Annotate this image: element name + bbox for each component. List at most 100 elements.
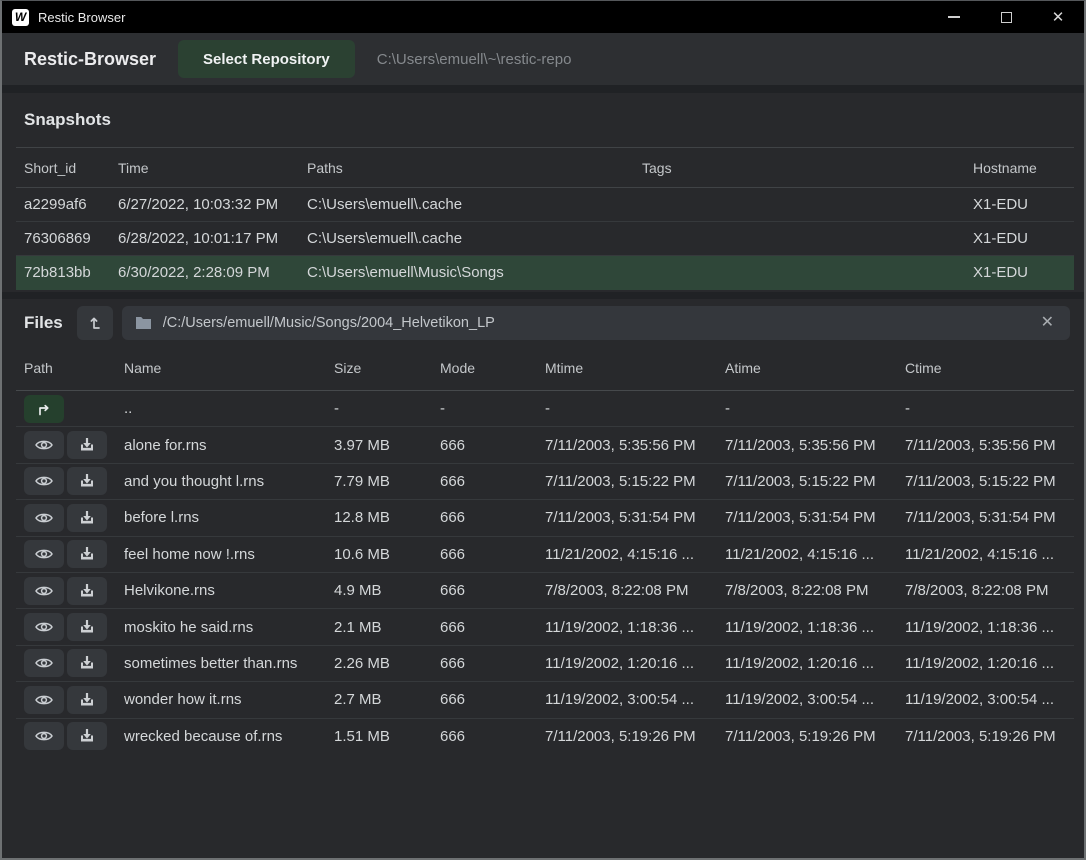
close-button[interactable]: ✕ <box>1032 1 1084 33</box>
download-file-button[interactable] <box>67 540 107 568</box>
col-atime: Atime <box>717 347 897 391</box>
file-action-buttons <box>24 722 107 750</box>
file-action-buttons <box>24 649 107 677</box>
preview-file-button[interactable] <box>24 577 64 605</box>
file-name: wonder how it.rns <box>116 682 326 718</box>
files-bar: Files /C:/Users/emuell/Music/Songs/2004_… <box>2 299 1084 347</box>
file-mtime: 7/11/2003, 5:15:22 PM <box>537 463 717 499</box>
level-up-button[interactable] <box>77 306 113 340</box>
download-file-button[interactable] <box>67 577 107 605</box>
file-mode: 666 <box>432 645 537 681</box>
download-file-button[interactable] <box>67 649 107 677</box>
file-row: wonder how it.rns 2.7 MB 666 11/19/2002,… <box>16 682 1074 718</box>
snapshots-heading: Snapshots <box>2 93 1084 147</box>
file-mtime: 11/19/2002, 1:20:16 ... <box>537 645 717 681</box>
parent-dir-button[interactable] <box>24 395 64 423</box>
file-row: alone for.rns 3.97 MB 666 7/11/2003, 5:3… <box>16 427 1074 463</box>
download-icon <box>78 727 96 745</box>
file-action-buttons <box>24 686 107 714</box>
file-row: Helvikone.rns 4.9 MB 666 7/8/2003, 8:22:… <box>16 572 1074 608</box>
file-mode: 666 <box>432 536 537 572</box>
snapshot-time: 6/27/2022, 10:03:32 PM <box>110 188 299 222</box>
preview-file-button[interactable] <box>24 540 64 568</box>
col-mode: Mode <box>432 347 537 391</box>
file-atime: 7/11/2003, 5:31:54 PM <box>717 500 897 536</box>
file-action-buttons <box>24 577 107 605</box>
app-window: W Restic Browser ✕ Restic-Browser Select… <box>0 0 1086 860</box>
file-mtime: 11/21/2002, 4:15:16 ... <box>537 536 717 572</box>
eye-icon <box>34 619 54 635</box>
download-file-button[interactable] <box>67 613 107 641</box>
window-controls: ✕ <box>928 1 1084 33</box>
download-icon <box>78 545 96 563</box>
file-ctime: 7/11/2003, 5:31:54 PM <box>897 500 1074 536</box>
download-file-button[interactable] <box>67 504 107 532</box>
file-actions-cell <box>16 645 116 681</box>
preview-file-button[interactable] <box>24 686 64 714</box>
preview-file-button[interactable] <box>24 613 64 641</box>
file-ctime: 11/21/2002, 4:15:16 ... <box>897 536 1074 572</box>
repository-path-field[interactable]: C:\Users\emuell\~\restic-repo <box>377 51 572 68</box>
file-actions-cell <box>16 463 116 499</box>
file-mtime: 7/11/2003, 5:31:54 PM <box>537 500 717 536</box>
app-header: Restic-Browser Select Repository C:\User… <box>2 33 1084 85</box>
snapshot-hostname: X1-EDU <box>965 222 1074 256</box>
preview-file-button[interactable] <box>24 504 64 532</box>
download-file-button[interactable] <box>67 431 107 459</box>
download-file-button[interactable] <box>67 722 107 750</box>
close-icon: ✕ <box>1052 10 1065 25</box>
file-size: 10.6 MB <box>326 536 432 572</box>
preview-file-button[interactable] <box>24 467 64 495</box>
file-actions-cell <box>16 572 116 608</box>
eye-icon <box>34 583 54 599</box>
snapshot-time: 6/30/2022, 2:28:09 PM <box>110 256 299 290</box>
eye-icon <box>34 692 54 708</box>
snapshot-row[interactable]: 72b813bb 6/30/2022, 2:28:09 PM C:\Users\… <box>16 256 1074 290</box>
preview-file-button[interactable] <box>24 649 64 677</box>
select-repository-button[interactable]: Select Repository <box>178 40 355 78</box>
file-row: moskito he said.rns 2.1 MB 666 11/19/200… <box>16 609 1074 645</box>
col-tags: Tags <box>634 148 965 188</box>
col-name: Name <box>116 347 326 391</box>
snapshots-table: Short_id Time Paths Tags Hostname a2299a… <box>16 147 1074 290</box>
maximize-button[interactable] <box>980 1 1032 33</box>
file-size: 2.26 MB <box>326 645 432 681</box>
snapshot-tags <box>634 256 965 290</box>
file-mode: - <box>432 391 537 427</box>
file-actions-cell <box>16 391 116 427</box>
file-size: 2.1 MB <box>326 609 432 645</box>
parent-dir-icon <box>34 399 54 419</box>
file-atime: 7/11/2003, 5:19:26 PM <box>717 718 897 754</box>
file-size: 4.9 MB <box>326 572 432 608</box>
app-logo-icon: W <box>12 9 29 26</box>
file-actions-cell <box>16 536 116 572</box>
current-path-input[interactable]: /C:/Users/emuell/Music/Songs/2004_Helvet… <box>122 306 1070 340</box>
file-size: 1.51 MB <box>326 718 432 754</box>
file-name: feel home now !.rns <box>116 536 326 572</box>
file-mtime: 11/19/2002, 3:00:54 ... <box>537 682 717 718</box>
col-time: Time <box>110 148 299 188</box>
minimize-button[interactable] <box>928 1 980 33</box>
eye-icon <box>34 473 54 489</box>
download-file-button[interactable] <box>67 686 107 714</box>
maximize-icon <box>1001 12 1012 23</box>
eye-icon <box>34 546 54 562</box>
snapshot-row[interactable]: a2299af6 6/27/2022, 10:03:32 PM C:\Users… <box>16 188 1074 222</box>
download-file-button[interactable] <box>67 467 107 495</box>
file-row: and you thought l.rns 7.79 MB 666 7/11/2… <box>16 463 1074 499</box>
preview-file-button[interactable] <box>24 722 64 750</box>
snapshot-row[interactable]: 76306869 6/28/2022, 10:01:17 PM C:\Users… <box>16 222 1074 256</box>
preview-file-button[interactable] <box>24 431 64 459</box>
file-row: sometimes better than.rns 2.26 MB 666 11… <box>16 645 1074 681</box>
file-action-buttons <box>24 504 107 532</box>
file-name: sometimes better than.rns <box>116 645 326 681</box>
file-size: 2.7 MB <box>326 682 432 718</box>
file-atime: 11/19/2002, 1:20:16 ... <box>717 645 897 681</box>
download-icon <box>78 436 96 454</box>
file-action-buttons <box>24 540 107 568</box>
level-up-icon <box>85 313 105 333</box>
file-name: and you thought l.rns <box>116 463 326 499</box>
clear-path-button[interactable]: ✕ <box>1038 315 1057 331</box>
titlebar: W Restic Browser ✕ <box>2 1 1084 33</box>
file-actions-cell <box>16 609 116 645</box>
